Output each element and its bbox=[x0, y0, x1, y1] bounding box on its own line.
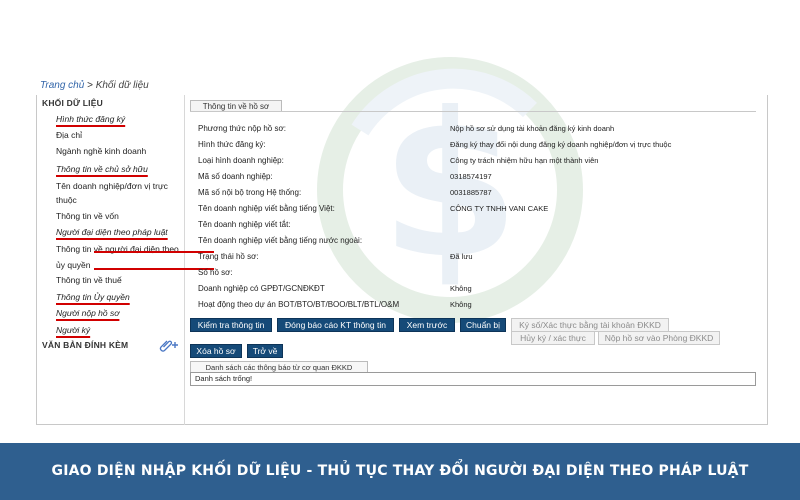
info-row: Doanh nghiệp có GPĐT/GCNĐKĐT Không bbox=[198, 284, 758, 300]
close-report-button[interactable]: Đóng báo cáo KT thông tin bbox=[277, 318, 394, 332]
info-value: Đã lưu bbox=[450, 252, 473, 261]
info-row: Loại hình doanh nghiệp: Công ty trách nhi… bbox=[198, 156, 758, 172]
info-value: 0031885787 bbox=[450, 188, 492, 197]
info-row: Số hồ sơ: bbox=[198, 268, 758, 284]
sidebar-item-dependent-unit[interactable]: Tên doanh nghiệp/đơn vị trực thuộc bbox=[56, 179, 181, 207]
caption-banner: GIAO DIỆN NHẬP KHỐI DỮ LIỆU - THỦ TỤC TH… bbox=[0, 443, 800, 500]
breadcrumb-current: Khối dữ liệu bbox=[95, 80, 149, 91]
info-value: 0318574197 bbox=[450, 172, 492, 181]
sidebar-item-registration-form[interactable]: Hình thức đăng ký bbox=[56, 112, 181, 127]
breadcrumb: Trang chủ > Khối dữ liệu bbox=[40, 80, 149, 91]
info-value: Không bbox=[450, 284, 472, 293]
info-row: Tên doanh nghiệp viết bằng tiếng Việt: CÔ… bbox=[198, 204, 758, 220]
info-row: Tên doanh nghiệp viết bằng tiếng nước ng… bbox=[198, 236, 758, 252]
info-label: Mã số doanh nghiệp: bbox=[198, 172, 273, 181]
file-info-panel: Phương thức nộp hồ sơ: Nộp hồ sơ sử dụng … bbox=[190, 111, 756, 311]
info-label: Phương thức nộp hồ sơ: bbox=[198, 124, 286, 133]
caption-text: GIAO DIỆN NHẬP KHỐI DỮ LIỆU - THỦ TỤC TH… bbox=[51, 463, 749, 479]
info-label: Hình thức đăng ký: bbox=[198, 140, 266, 149]
sidebar-item-tax-info[interactable]: Thông tin về thuế bbox=[56, 273, 181, 288]
breadcrumb-home-link[interactable]: Trang chủ bbox=[40, 80, 84, 91]
sidebar-divider bbox=[184, 95, 185, 425]
info-value: Không bbox=[450, 300, 472, 309]
sidebar-item-signer[interactable]: Người ký bbox=[56, 323, 181, 338]
sidebar-item-authorization-info[interactable]: Thông tin Ủy quyền bbox=[56, 290, 181, 305]
info-row: Phương thức nộp hồ sơ: Nộp hồ sơ sử dụng … bbox=[198, 124, 758, 140]
info-label: Tên doanh nghiệp viết bằng tiếng Việt: bbox=[198, 204, 335, 213]
info-label: Trạng thái hồ sơ: bbox=[198, 252, 259, 261]
info-label: Tên doanh nghiệp viết tắt: bbox=[198, 220, 291, 229]
sidebar-item-capital-info[interactable]: Thông tin về vốn bbox=[56, 209, 181, 224]
info-row: Hình thức đăng ký: Đăng ký thay đổi nội d… bbox=[198, 140, 758, 156]
preview-button[interactable]: Xem trước bbox=[399, 318, 455, 332]
sidebar-item-legal-representative[interactable]: Người đại diện theo pháp luật bbox=[56, 225, 181, 240]
info-row: Mã số nội bộ trong Hệ thống: 0031885787 bbox=[198, 188, 758, 204]
info-label: Doanh nghiệp có GPĐT/GCNĐKĐT bbox=[198, 284, 325, 293]
info-label: Loại hình doanh nghiệp: bbox=[198, 156, 284, 165]
breadcrumb-separator: > bbox=[87, 80, 93, 91]
sidebar-item-address[interactable]: Địa chỉ bbox=[56, 128, 181, 143]
info-label: Mã số nội bộ trong Hệ thống: bbox=[198, 188, 302, 197]
info-row: Mã số doanh nghiệp: 0318574197 bbox=[198, 172, 758, 188]
prepare-button[interactable]: Chuẩn bị bbox=[460, 318, 506, 332]
info-value: Nộp hồ sơ sử dụng tài khoản đăng ký kinh… bbox=[450, 124, 615, 133]
notices-list: Danh sách trống! bbox=[190, 372, 756, 386]
sidebar-section-title: KHỐI DỮ LIỆU bbox=[42, 98, 103, 108]
info-value: Đăng ký thay đổi nội dung đăng ký doanh … bbox=[450, 140, 672, 149]
sidebar-item-business-lines[interactable]: Ngành nghề kinh doanh bbox=[56, 144, 181, 159]
cancel-sign-button[interactable]: Hủy ký / xác thực bbox=[511, 331, 595, 345]
back-button[interactable]: Trở về bbox=[247, 344, 283, 358]
sidebar-item-owner-info[interactable]: Thông tin về chủ sở hữu bbox=[56, 162, 181, 177]
info-row: Trạng thái hồ sơ: Đã lưu bbox=[198, 252, 758, 268]
sign-account-button[interactable]: Ký số/Xác thực bằng tài khoản ĐKKD bbox=[511, 318, 669, 332]
paperclip-plus-icon[interactable] bbox=[158, 338, 180, 355]
info-value: Công ty trách nhiệm hữu hạn một thành vi… bbox=[450, 156, 599, 165]
info-label: Hoạt động theo dự án BOT/BTO/BT/BOO/BLT/… bbox=[198, 300, 400, 309]
info-value: CÔNG TY TNHH VANI CAKE bbox=[450, 204, 549, 213]
check-info-button[interactable]: Kiểm tra thông tin bbox=[190, 318, 272, 332]
submit-file-button[interactable]: Nộp hồ sơ vào Phòng ĐKKD bbox=[598, 331, 720, 345]
info-label: Số hồ sơ: bbox=[198, 268, 233, 277]
info-row: Hoạt động theo dự án BOT/BTO/BT/BOO/BLT/… bbox=[198, 300, 758, 316]
attachments-title: VĂN BẢN ĐÍNH KÈM bbox=[42, 340, 129, 350]
delete-file-button[interactable]: Xóa hồ sơ bbox=[190, 344, 242, 358]
info-row: Tên doanh nghiệp viết tắt: bbox=[198, 220, 758, 236]
info-label: Tên doanh nghiệp viết bằng tiếng nước ng… bbox=[198, 236, 363, 245]
sidebar-item-applicant[interactable]: Người nộp hồ sơ bbox=[56, 306, 181, 321]
